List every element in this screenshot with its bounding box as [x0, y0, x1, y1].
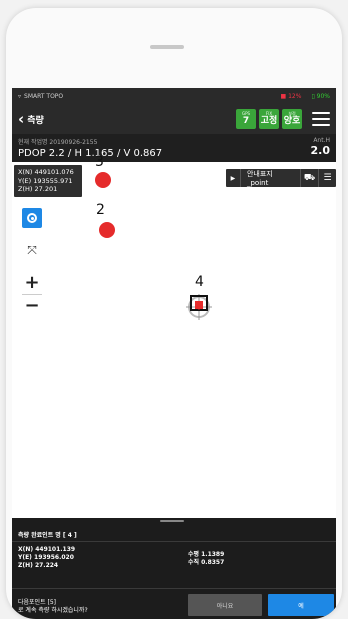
- map-view[interactable]: X(N) 449101.076 Y(E) 193555.971 Z(H) 27.…: [12, 154, 336, 518]
- battery2-value: 90%: [316, 92, 330, 100]
- badge-caption: 보정: [288, 111, 296, 116]
- antenna-value: 2.0: [310, 144, 331, 157]
- antenna-label: Ant.H: [313, 137, 330, 144]
- dop-readout: PDOP 2.2 / H 1.165 / V 0.867: [18, 148, 163, 159]
- coord-x: X(N) 449101.076: [18, 168, 74, 176]
- page-title: 측량: [27, 115, 44, 126]
- point-name[interactable]: 안내표지_point: [239, 169, 300, 187]
- coord-y: Y(E) 193555.971: [18, 176, 73, 185]
- phone-frame: ▿ SMART TOPO ■ 12% ▯ 90% ‹ 측량 GPS 7 FIX …: [6, 8, 342, 619]
- current-position-icon: [186, 294, 212, 320]
- point-label-2: 2: [96, 202, 105, 218]
- badge-value: 7: [242, 116, 250, 126]
- drag-handle[interactable]: [160, 520, 184, 522]
- measured-point-title: 측량 완료인트 명 [ 4 ]: [18, 532, 77, 539]
- next-point-line2: 로 계속 측량 하시겠습니까?: [18, 607, 88, 614]
- play-icon[interactable]: ▶: [226, 169, 240, 187]
- phone-speaker: [150, 45, 184, 49]
- survey-point-3[interactable]: [95, 172, 111, 188]
- point-label-3: 3: [95, 154, 104, 170]
- status-bar: ▿ SMART TOPO ■ 12% ▯ 90%: [12, 88, 336, 104]
- status-app: ▿ SMART TOPO: [18, 93, 63, 100]
- antenna-height: Ant.H 2.0: [311, 137, 331, 157]
- app-bar: ‹ 측량 GPS 7 FIX 고정 보정 양호: [12, 104, 336, 134]
- correction-badge: 보정 양호: [282, 109, 302, 129]
- fix-status-badge: FIX 고정: [259, 109, 279, 129]
- page-background: ▿ SMART TOPO ■ 12% ▯ 90% ‹ 측량 GPS 7 FIX …: [0, 0, 348, 619]
- battery-red-icon: ■ 12%: [280, 92, 302, 100]
- locate-icon: [27, 213, 37, 223]
- hamburger-menu-icon[interactable]: [312, 112, 330, 126]
- wifi-icon: ▿: [18, 92, 22, 100]
- yes-button[interactable]: 예: [268, 594, 334, 616]
- point-label-4: 4: [195, 274, 204, 290]
- battery1-value: 12%: [288, 92, 302, 100]
- back-button[interactable]: ‹ 측량: [18, 109, 44, 128]
- zoom-out-button[interactable]: −: [22, 296, 42, 316]
- point-selector[interactable]: ▶ 안내표지_point ⛟ ☰: [226, 169, 336, 187]
- status-right: ■ 12% ▯ 90%: [281, 93, 330, 100]
- horizontal-precision: 수평 1.1389: [188, 551, 225, 558]
- survey-point-2[interactable]: [99, 222, 115, 238]
- coord-z: Z(H) 27.201: [18, 185, 58, 193]
- gps-count-badge: GPS 7: [236, 109, 256, 129]
- badge-caption: FIX: [265, 111, 273, 116]
- measurement-panel: 측량 완료인트 명 [ 4 ] X(N) 449101.139 Y(E) 193…: [12, 518, 336, 619]
- badge-value: 고정: [260, 116, 278, 126]
- measured-y: Y(E) 193956.020: [18, 554, 74, 561]
- status-app-name: SMART TOPO: [24, 92, 64, 100]
- measured-x: X(N) 449101.139: [18, 546, 76, 553]
- next-point-line1: 다음포인트 [5]: [18, 599, 57, 606]
- expand-icon: ⤧: [27, 242, 37, 257]
- chevron-left-icon: ‹: [18, 109, 25, 128]
- divider: [12, 588, 336, 589]
- divider: [12, 541, 336, 542]
- vertical-precision: 수직 0.8357: [188, 559, 225, 566]
- zoom-in-button[interactable]: +: [22, 273, 42, 293]
- job-timestamp: 현재 작업명 20190926-2155: [18, 139, 98, 146]
- current-coordinates: X(N) 449101.076 Y(E) 193555.971 Z(H) 27.…: [14, 165, 82, 197]
- gps-badges: GPS 7 FIX 고정 보정 양호: [236, 109, 330, 129]
- info-bar: 현재 작업명 20190926-2155 PDOP 2.2 / H 1.165 …: [12, 134, 336, 162]
- badge-caption: GPS: [241, 111, 251, 116]
- battery-green-icon: ▯ 90%: [311, 92, 330, 100]
- next-point-prompt: 다음포인트 [5] 로 계속 측량 하시겠습니까?: [18, 599, 88, 615]
- app-screen: ▿ SMART TOPO ■ 12% ▯ 90% ‹ 측량 GPS 7 FIX …: [12, 88, 336, 619]
- no-button[interactable]: 아니요: [188, 594, 262, 616]
- list-icon[interactable]: ☰: [318, 169, 336, 187]
- route-icon[interactable]: ⛟: [300, 169, 318, 187]
- fullscreen-button[interactable]: ⤧: [22, 240, 42, 260]
- badge-value: 양호: [283, 116, 301, 126]
- measured-coordinates: X(N) 449101.139 Y(E) 193956.020 Z(H) 27.…: [18, 546, 75, 570]
- precision-values: 수평 1.1389 수직 0.8357: [188, 551, 224, 567]
- measured-z: Z(H) 27.224: [18, 562, 59, 569]
- locate-button[interactable]: [22, 208, 42, 228]
